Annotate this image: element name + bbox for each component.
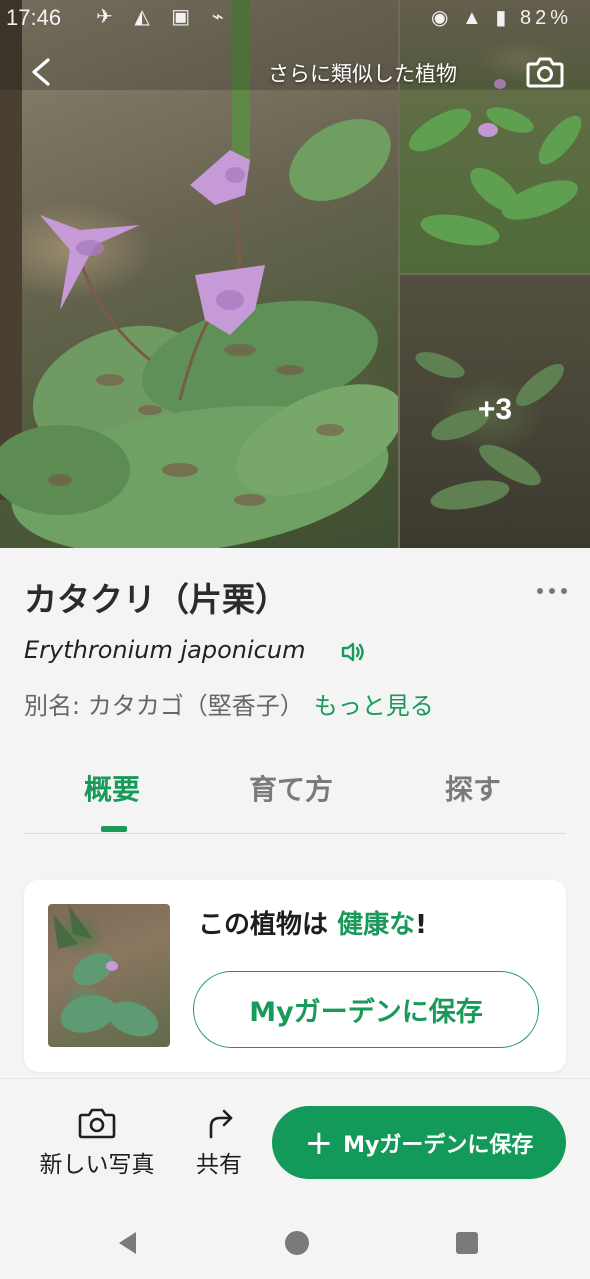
plant-scientific-name: Erythronium japonicum [24,636,306,664]
new-photo-label: 新しい写真 [39,1152,155,1178]
nav-back-button[interactable] [116,1230,140,1260]
health-text-suffix: ! [415,910,427,940]
tab-bar: 概要 育て方 探す [24,760,566,834]
health-card: この植物は 健康な! Myガーデンに保存 [24,880,566,1072]
camera-icon [78,1108,116,1139]
thumbnail-illustration [53,904,159,1037]
share-label: 共有 [196,1152,242,1178]
tab-overview[interactable]: 概要 [84,768,140,808]
similar-plant-illustration [400,0,590,246]
nav-recents-button[interactable] [455,1231,479,1259]
status-bar: 17:46 ✈ ◭ ▣ ⌁ ◉ ▲ ▮ 82% [0,0,590,36]
more-photos-count: +3 [477,393,513,426]
square-recents-icon [456,1232,478,1254]
save-to-garden-label: Myガーデンに保存 [343,1132,534,1158]
chevron-left-icon [32,58,50,86]
health-status-value: 健康な [337,910,416,940]
similar-photo-1[interactable] [400,0,590,273]
status-notification-icons: ✈ ◭ ▣ ⌁ [96,6,232,28]
plant-thumbnail[interactable] [48,904,170,1047]
system-navigation-bar [0,1200,590,1279]
save-to-garden-button[interactable]: + Myガーデンに保存 [272,1106,566,1179]
circle-home-icon [285,1231,309,1255]
plant-alias-row: 別名: カタカゴ（堅香子） もっと見る [24,686,434,721]
speaker-icon [341,642,364,662]
active-tab-indicator [101,826,127,832]
triangle-back-icon [119,1232,136,1254]
tab-find[interactable]: 探す [445,768,501,808]
plant-common-name: カタクリ（片栗） [24,580,288,619]
pronounce-button[interactable] [340,640,366,664]
camera-button[interactable] [524,52,566,92]
save-to-garden-outline-button[interactable]: Myガーデンに保存 [193,971,539,1048]
status-time: 17:46 [6,5,62,30]
nav-home-button[interactable] [284,1230,310,1260]
back-button[interactable] [22,52,62,92]
plus-icon: + [304,1122,334,1163]
similar-photo-2[interactable]: +3 [400,275,590,548]
share-button[interactable]: 共有 [186,1105,252,1179]
new-photo-button[interactable]: 新しい写真 [24,1105,170,1179]
health-status-text: この植物は 健康な! [198,904,427,941]
status-system-icons: ◉ ▲ ▮ 82% [431,7,572,29]
bottom-action-bar: 新しい写真 共有 + Myガーデンに保存 [0,1078,590,1198]
health-text-prefix: この植物は [198,910,329,940]
plant-alias: 別名: カタカゴ（堅香子） [24,692,304,720]
camera-icon [526,57,564,88]
share-arrow-icon [209,1109,233,1139]
more-options-button[interactable] [534,578,574,604]
tab-care[interactable]: 育て方 [249,768,333,808]
see-more-link[interactable]: もっと見る [314,692,434,720]
more-dots-icon [537,588,567,594]
similar-plants-link[interactable]: さらに類似した植物 [268,58,457,88]
